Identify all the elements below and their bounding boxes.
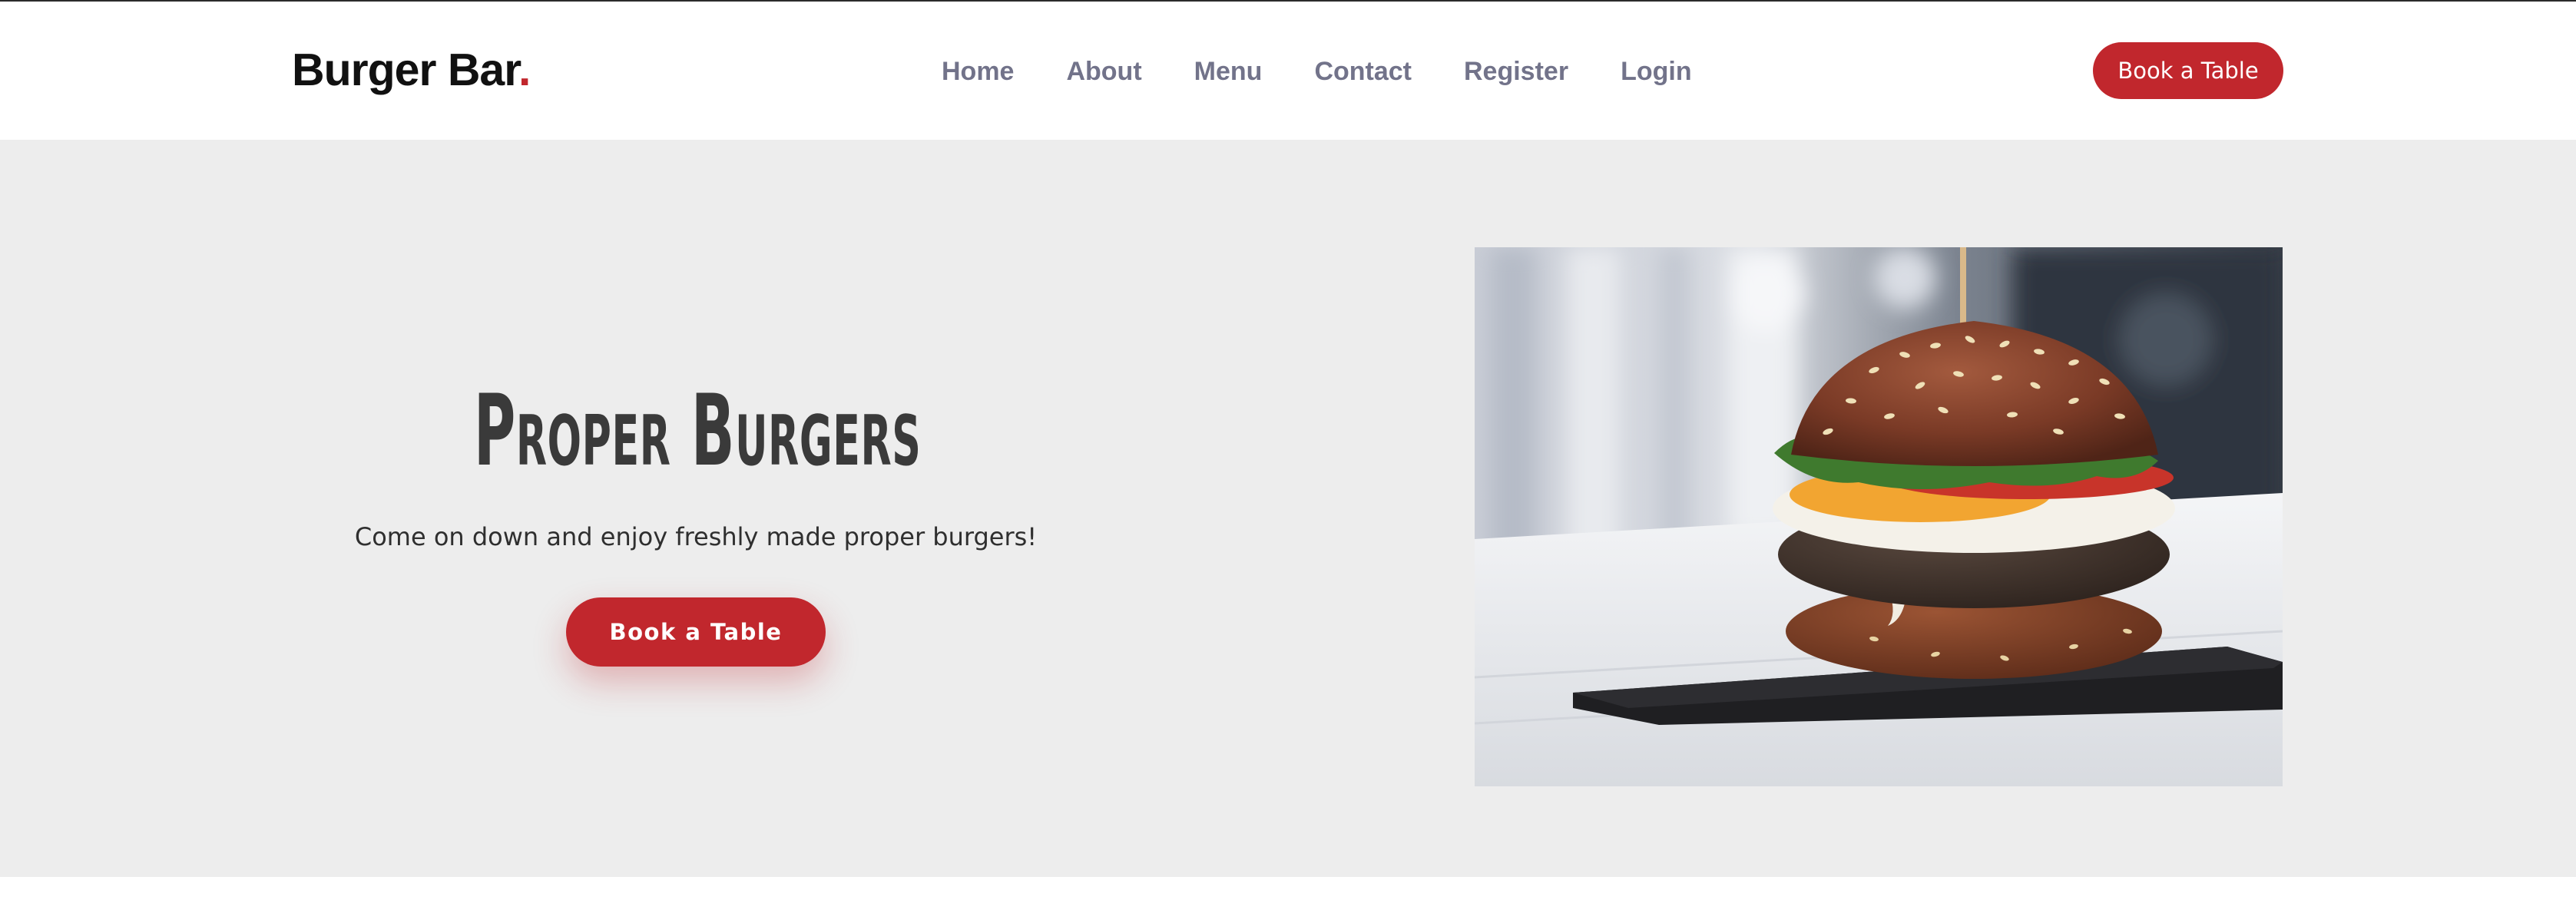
burger-photo — [1475, 247, 2283, 786]
nav-link-home[interactable]: Home — [942, 57, 1014, 87]
hero-section: Proper Burgers Come on down and enjoy fr… — [0, 140, 2576, 877]
nav-link-contact[interactable]: Contact — [1314, 57, 1412, 87]
nav-link-register[interactable]: Register — [1464, 57, 1568, 87]
site-header: Burger Bar. Home About Menu Contact Regi… — [0, 2, 2576, 140]
hero-book-table-button[interactable]: Book a Table — [566, 597, 826, 667]
brand-name: Burger Bar — [292, 45, 519, 95]
main-nav: Home About Menu Contact Register Login — [942, 51, 1692, 92]
brand-dot: . — [518, 45, 531, 95]
hero-subtitle: Come on down and enjoy freshly made prop… — [354, 522, 1038, 551]
hero-title: Proper Burgers — [473, 374, 922, 488]
brand-logo[interactable]: Burger Bar. — [292, 40, 531, 100]
nav-link-login[interactable]: Login — [1621, 57, 1692, 87]
nav-link-menu[interactable]: Menu — [1194, 57, 1263, 87]
header-book-table-button[interactable]: Book a Table — [2093, 42, 2283, 99]
nav-link-about[interactable]: About — [1066, 57, 1141, 87]
burger-photo-icon — [1475, 247, 2283, 786]
below-hero-strip — [0, 877, 2576, 900]
page: Burger Bar. Home About Menu Contact Regi… — [0, 0, 2576, 900]
hero-text-block: Proper Burgers Come on down and enjoy fr… — [312, 370, 1080, 551]
